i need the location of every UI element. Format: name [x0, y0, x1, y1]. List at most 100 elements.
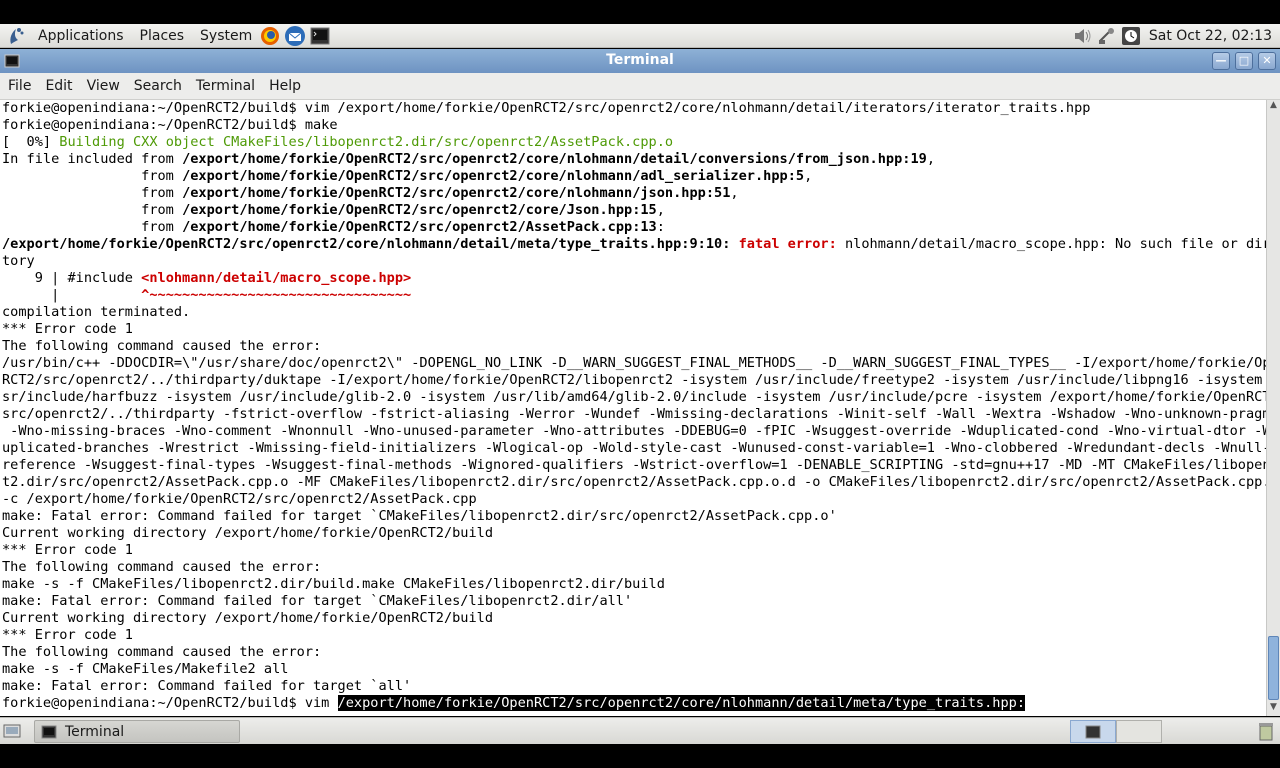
terminal-text: *** Error code 1: [2, 627, 133, 643]
terminal-line: uplicated-branches -Wrestrict -Wmissing-…: [2, 440, 1266, 457]
terminal-line: The following command caused the error:: [2, 338, 1266, 355]
terminal-line: 9 | #include <nlohmann/detail/macro_scop…: [2, 270, 1266, 287]
menubar: File Edit View Search Terminal Help: [0, 73, 1280, 100]
terminal-text: [ 0%]: [2, 134, 60, 150]
scroll-down-arrow-icon[interactable]: ▼: [1267, 702, 1280, 716]
top-panel: Applications Places System Sat Oct 22, 0…: [0, 24, 1280, 48]
terminal-text: *** Error code 1: [2, 542, 133, 558]
terminal-text: ,: [804, 168, 813, 184]
terminal-line: from /export/home/forkie/OpenRCT2/src/op…: [2, 168, 1266, 185]
terminal-line: *** Error code 1: [2, 627, 1266, 644]
terminal-text: make: Fatal error: Command failed for ta…: [2, 678, 412, 694]
applications-menu[interactable]: Applications: [34, 28, 128, 44]
terminal-text: /export/home/forkie/OpenRCT2/src/openrct…: [182, 168, 805, 184]
terminal-text: from: [2, 185, 183, 201]
terminal-icon: [41, 725, 57, 738]
terminal-text: /export/home/forkie/OpenRCT2/src/openrct…: [182, 219, 657, 235]
terminal-text: |: [2, 287, 142, 303]
terminal-text: make: Fatal error: Command failed for ta…: [2, 508, 837, 524]
terminal-text: forkie@openindiana:~/OpenRCT2/build$ vim: [2, 695, 338, 711]
terminal-line: src/openrct2/../thirdparty -fstrict-over…: [2, 406, 1266, 423]
terminal-text: nlohmann/detail/macro_scope.hpp: No such…: [836, 236, 1266, 252]
terminal-text: from: [2, 219, 183, 235]
taskbar-terminal-label: Terminal: [65, 723, 125, 740]
menu-file[interactable]: File: [2, 78, 37, 94]
terminal-scrollbar[interactable]: ▲ ▼: [1266, 100, 1280, 716]
firefox-icon[interactable]: [259, 25, 281, 47]
terminal-text: sr/include/harfbuzz -isystem /usr/includ…: [2, 389, 1266, 405]
close-button[interactable]: ✕: [1258, 52, 1276, 70]
menu-terminal[interactable]: Terminal: [190, 78, 261, 94]
terminal-text: ,: [730, 185, 739, 201]
terminal-text: from: [2, 202, 183, 218]
terminal-text: t2.dir/src/openrct2/AssetPack.cpp.o -MF …: [2, 474, 1266, 490]
terminal-text: 9 | #include: [2, 270, 142, 286]
terminal-line: tory: [2, 253, 1266, 270]
scroll-up-arrow-icon[interactable]: ▲: [1267, 100, 1280, 114]
taskbar-terminal-button[interactable]: Terminal: [34, 720, 240, 743]
terminal-text: RCT2/src/openrct2/../thirdparty/duktape …: [2, 372, 1266, 388]
terminal-line: make: Fatal error: Command failed for ta…: [2, 593, 1266, 610]
terminal-text: fatal error:: [738, 236, 837, 252]
clock-icon: [1121, 26, 1141, 46]
thunderbird-icon[interactable]: [284, 25, 306, 47]
terminal-line: The following command caused the error:: [2, 559, 1266, 576]
terminal-line: In file included from /export/home/forki…: [2, 151, 1266, 168]
terminal-text: -Wno-missing-braces -Wno-comment -Wnonnu…: [2, 423, 1266, 439]
terminal-text: <nlohmann/detail/macro_scope.hpp>: [141, 270, 412, 286]
terminal-line: reference -Wsuggest-final-types -Wsugges…: [2, 457, 1266, 474]
terminal-launcher-icon[interactable]: [309, 25, 331, 47]
show-desktop-icon[interactable]: [3, 723, 21, 739]
terminal-line: RCT2/src/openrct2/../thirdparty/duktape …: [2, 372, 1266, 389]
terminal-line: make: Fatal error: Command failed for ta…: [2, 678, 1266, 695]
terminal-line: make -s -f CMakeFiles/libopenrct2.dir/bu…: [2, 576, 1266, 593]
clock-label[interactable]: Sat Oct 22, 02:13: [1149, 28, 1272, 44]
menu-help[interactable]: Help: [263, 78, 307, 94]
terminal-text: from: [2, 168, 183, 184]
terminal-output[interactable]: forkie@openindiana:~/OpenRCT2/build$ vim…: [0, 100, 1266, 716]
selected-text: /export/home/forkie/OpenRCT2/src/openrct…: [337, 695, 1026, 711]
terminal-text: ,: [656, 202, 665, 218]
gnome-foot-icon[interactable]: [6, 26, 26, 46]
workspace-2[interactable]: [1116, 720, 1162, 743]
menu-edit[interactable]: Edit: [39, 78, 78, 94]
panel-tray: Sat Oct 22, 02:13: [1073, 24, 1280, 48]
menu-view[interactable]: View: [81, 78, 126, 94]
terminal-text: The following command caused the error:: [2, 644, 322, 660]
places-menu[interactable]: Places: [136, 28, 189, 44]
terminal-text: forkie@openindiana:~/OpenRCT2/build$ mak…: [2, 117, 338, 133]
terminal-line: from /export/home/forkie/OpenRCT2/src/op…: [2, 202, 1266, 219]
volume-icon[interactable]: [1073, 26, 1093, 46]
terminal-text: ,: [926, 151, 936, 167]
terminal-line: [ 0%] Building CXX object CMakeFiles/lib…: [2, 134, 1266, 151]
terminal-text: :: [656, 219, 665, 235]
terminal-text: -c /export/home/forkie/OpenRCT2/src/open…: [2, 491, 477, 507]
maximize-button[interactable]: □: [1235, 52, 1253, 70]
terminal-text: make -s -f CMakeFiles/Makefile2 all: [2, 661, 289, 677]
system-menu[interactable]: System: [196, 28, 256, 44]
scrollbar-thumb[interactable]: [1268, 636, 1279, 700]
trash-icon[interactable]: [1256, 721, 1276, 741]
terminal-text: *** Error code 1: [2, 321, 133, 337]
terminal-line: Current working directory /export/home/f…: [2, 610, 1266, 627]
terminal-line: compilation terminated.: [2, 304, 1266, 321]
terminal-line: *** Error code 1: [2, 542, 1266, 559]
window-titlebar[interactable]: Terminal — □ ✕: [0, 49, 1280, 73]
minimize-button[interactable]: —: [1212, 52, 1230, 70]
workspace-window-icon: [1085, 725, 1101, 739]
terminal-line: The following command caused the error:: [2, 644, 1266, 661]
terminal-text: forkie@openindiana:~/OpenRCT2/build$ vim…: [2, 100, 1091, 116]
terminal-line: sr/include/harfbuzz -isystem /usr/includ…: [2, 389, 1266, 406]
network-icon[interactable]: [1097, 26, 1117, 46]
terminal-text: Current working directory /export/home/f…: [2, 610, 494, 626]
terminal-line: /export/home/forkie/OpenRCT2/src/openrct…: [2, 236, 1266, 253]
menu-search[interactable]: Search: [128, 78, 188, 94]
terminal-line: /usr/bin/c++ -DDOCDIR=\"/usr/share/doc/o…: [2, 355, 1266, 372]
terminal-line: from /export/home/forkie/OpenRCT2/src/op…: [2, 185, 1266, 202]
terminal-line: | ^~~~~~~~~~~~~~~~~~~~~~~~~~~~~~~~~: [2, 287, 1266, 304]
workspace-1[interactable]: [1070, 720, 1116, 743]
terminal-text: ^~~~~~~~~~~~~~~~~~~~~~~~~~~~~~~~~: [141, 287, 412, 303]
terminal-text: Building CXX object CMakeFiles/libopenrc…: [59, 134, 674, 150]
terminal-text: reference -Wsuggest-final-types -Wsugges…: [2, 457, 1266, 473]
